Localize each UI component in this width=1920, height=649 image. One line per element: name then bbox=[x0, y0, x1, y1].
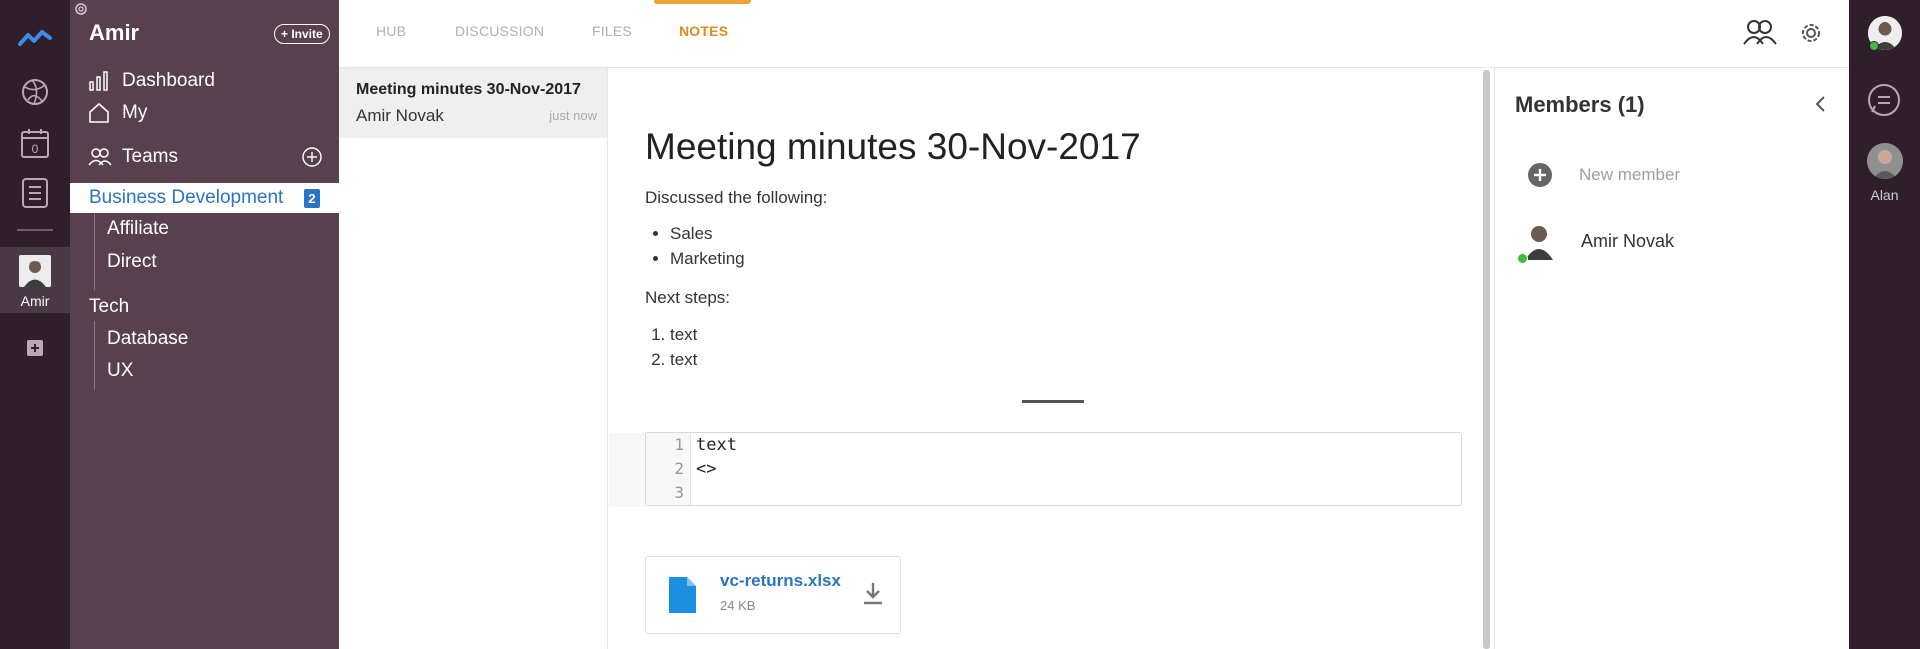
note-timestamp: just now bbox=[549, 108, 597, 123]
tab-bar: HUB DISCUSSION FILES NOTES bbox=[339, 0, 1849, 68]
contact-avatar[interactable] bbox=[1867, 143, 1903, 179]
sidebar-item-teams[interactable]: Teams bbox=[88, 146, 178, 168]
horizontal-rule bbox=[1022, 400, 1084, 403]
new-member-button[interactable]: New member bbox=[1579, 165, 1680, 185]
line-number: 3 bbox=[674, 483, 684, 502]
tree-line bbox=[94, 321, 95, 390]
home-icon bbox=[89, 103, 109, 123]
note-editor[interactable]: Meeting minutes 30-Nov-2017 Discussed th… bbox=[609, 68, 1490, 649]
app-rail: 0 Amir bbox=[0, 0, 70, 649]
sidebar-item-dashboard[interactable]: Dashboard bbox=[88, 70, 215, 92]
sidebar-item-my[interactable]: My bbox=[88, 102, 147, 124]
invite-button[interactable]: + Invite bbox=[274, 24, 330, 44]
sidebar-item-database[interactable]: Database bbox=[107, 328, 188, 350]
file-icon bbox=[666, 575, 698, 620]
right-rail: Alan bbox=[1849, 0, 1920, 649]
numbered-list[interactable]: text text bbox=[670, 322, 697, 372]
sidebar-item-affiliate[interactable]: Affiliate bbox=[107, 218, 169, 240]
line-number: 1 bbox=[674, 435, 684, 454]
note-paragraph[interactable]: Discussed the following: bbox=[645, 188, 827, 208]
team-name: Amir bbox=[89, 20, 140, 45]
note-title: Meeting minutes 30-Nov-2017 bbox=[356, 81, 581, 98]
tab-hub[interactable]: HUB bbox=[376, 23, 406, 39]
active-tab-indicator bbox=[654, 0, 751, 4]
settings-icon[interactable] bbox=[1798, 20, 1824, 51]
list-item[interactable]: Marketing bbox=[670, 246, 745, 271]
chevron-left-icon[interactable] bbox=[1813, 94, 1829, 119]
code-line[interactable]: <> bbox=[696, 459, 716, 479]
notes-icon[interactable] bbox=[0, 175, 70, 211]
code-block[interactable]: 1 2 3 text <> bbox=[645, 432, 1462, 506]
rail-divider bbox=[17, 229, 53, 231]
tree-line bbox=[94, 213, 95, 290]
online-indicator bbox=[1517, 253, 1528, 264]
rail-user-name: Amir bbox=[20, 293, 50, 309]
sidebar-item-label: My bbox=[122, 102, 148, 123]
code-block-margin bbox=[609, 433, 646, 507]
note-list-item[interactable]: Meeting minutes 30-Nov-2017 Amir Novak j… bbox=[339, 68, 607, 138]
globe-icon[interactable] bbox=[0, 74, 70, 110]
add-member-icon[interactable] bbox=[1527, 162, 1553, 193]
tab-discussion[interactable]: DISCUSSION bbox=[455, 23, 544, 39]
members-heading: Members (1) bbox=[1515, 92, 1645, 117]
sidebar-item-ux[interactable]: UX bbox=[107, 360, 133, 382]
tab-files[interactable]: FILES bbox=[592, 23, 632, 39]
logo-icon[interactable] bbox=[0, 20, 70, 54]
bullet-list[interactable]: Sales Marketing bbox=[670, 221, 745, 271]
list-item[interactable]: text bbox=[670, 347, 697, 372]
calendar-count: 0 bbox=[31, 142, 39, 156]
sidebar-item-label: Dashboard bbox=[122, 70, 215, 91]
bar-chart-icon bbox=[89, 71, 108, 91]
note-author: Amir Novak bbox=[356, 106, 444, 125]
code-line[interactable]: text bbox=[696, 435, 737, 455]
members-icon[interactable] bbox=[1743, 19, 1777, 50]
members-panel: Members (1) New member Amir Novak bbox=[1494, 68, 1849, 649]
list-item[interactable]: text bbox=[670, 322, 697, 347]
add-team-icon[interactable] bbox=[302, 147, 322, 172]
line-number: 2 bbox=[674, 459, 684, 478]
group-label: Business Development bbox=[89, 187, 284, 208]
file-size: 24 KB bbox=[720, 598, 756, 613]
notes-list: Meeting minutes 30-Nov-2017 Amir Novak j… bbox=[339, 68, 608, 649]
count-badge: 2 bbox=[304, 189, 320, 208]
file-name[interactable]: vc-returns.xlsx bbox=[720, 571, 841, 591]
download-icon[interactable] bbox=[862, 581, 884, 612]
contact-name: Alan bbox=[1870, 187, 1899, 203]
chat-icon[interactable] bbox=[1866, 82, 1902, 123]
sidebar-item-business-development[interactable]: Business Development 2 bbox=[70, 183, 339, 213]
team-sidebar: Amir + Invite Dashboard My Teams Busines… bbox=[70, 0, 339, 649]
note-heading[interactable]: Meeting minutes 30-Nov-2017 bbox=[645, 126, 1141, 168]
sidebar-item-label: Teams bbox=[122, 146, 178, 167]
note-paragraph[interactable]: Next steps: bbox=[645, 288, 730, 308]
tab-notes[interactable]: NOTES bbox=[679, 23, 728, 39]
member-name[interactable]: Amir Novak bbox=[1581, 231, 1674, 252]
user-avatar[interactable] bbox=[19, 255, 51, 287]
people-icon bbox=[88, 148, 112, 166]
add-workspace-icon[interactable] bbox=[0, 336, 70, 360]
online-indicator bbox=[1869, 41, 1879, 51]
gear-icon[interactable] bbox=[72, 0, 90, 23]
list-item[interactable]: Sales bbox=[670, 221, 745, 246]
file-attachment[interactable]: vc-returns.xlsx 24 KB bbox=[645, 556, 901, 634]
sidebar-item-direct[interactable]: Direct bbox=[107, 251, 157, 273]
sidebar-item-tech[interactable]: Tech bbox=[89, 296, 129, 318]
scrollbar[interactable] bbox=[1483, 70, 1490, 649]
